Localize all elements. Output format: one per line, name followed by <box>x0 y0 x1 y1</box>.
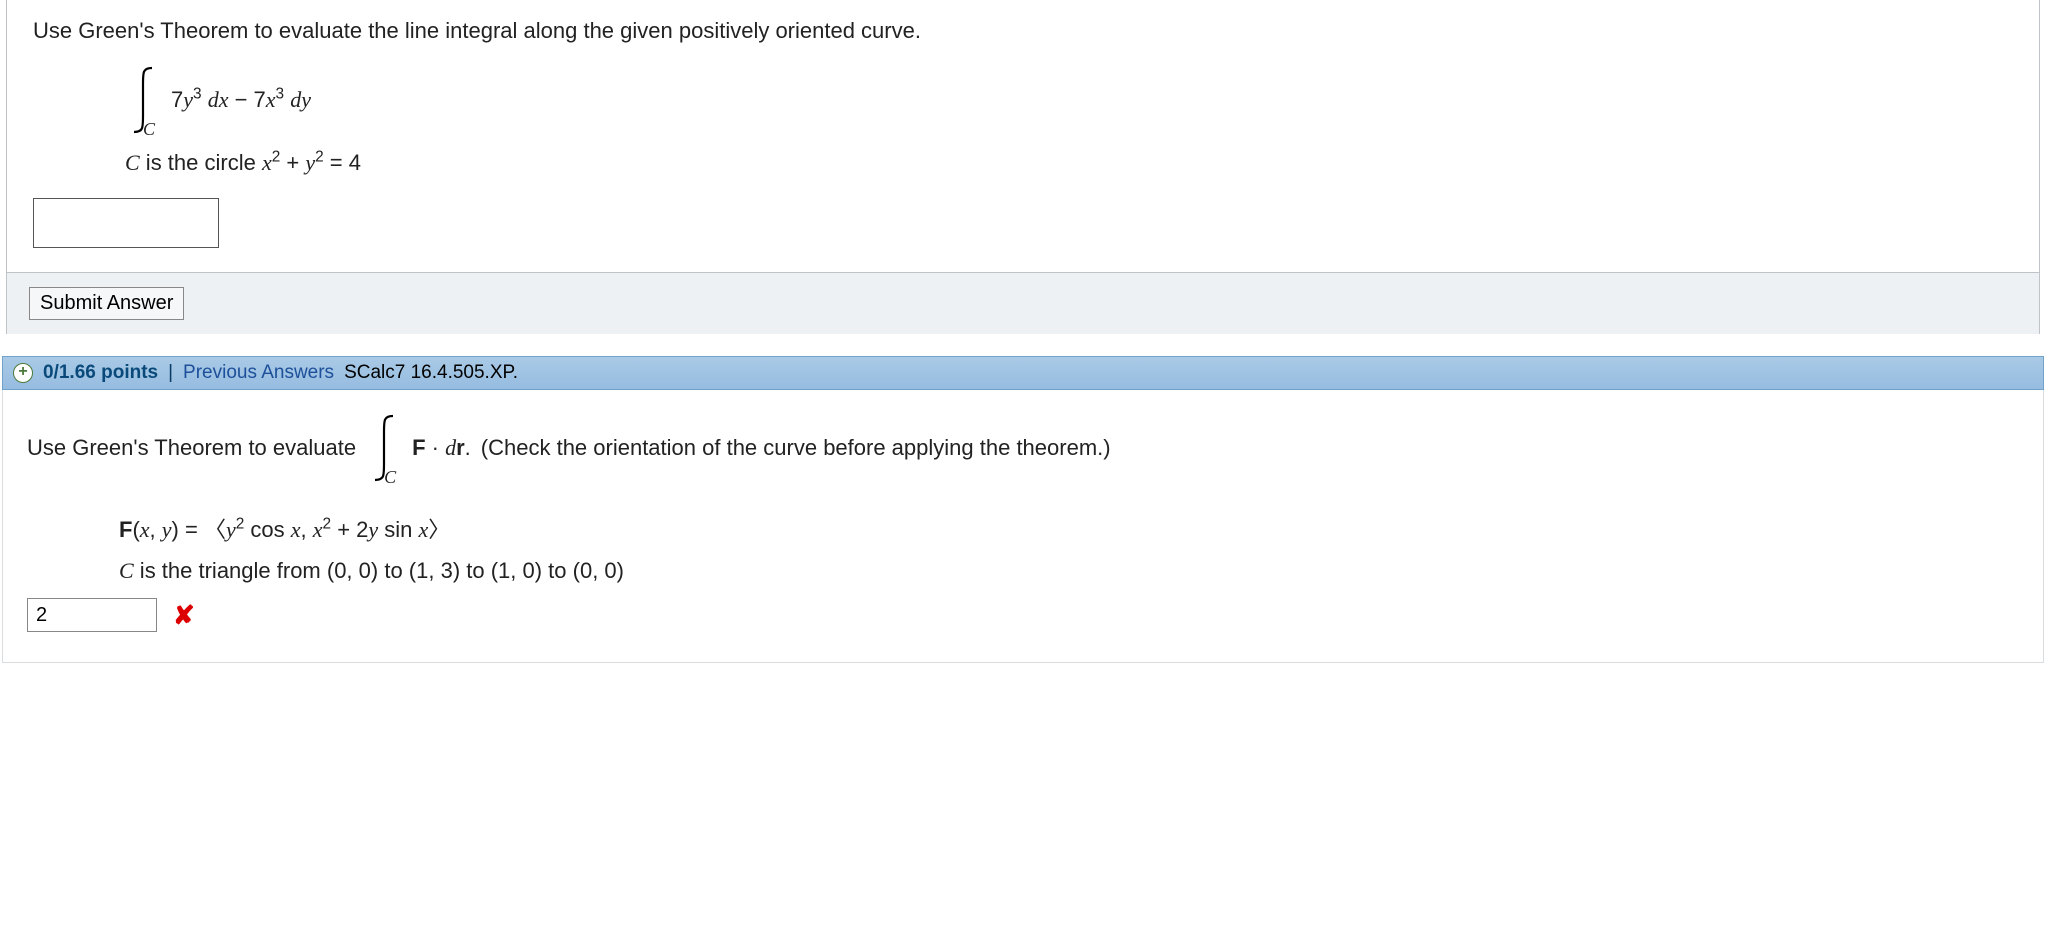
q1-integrand: 7y3 dx − 7x3 dy <box>171 87 311 113</box>
score-bar: + 0/1.66 points | Previous Answers SCalc… <box>2 356 2044 390</box>
q1-prompt: Use Green's Theorem to evaluate the line… <box>33 18 2017 44</box>
integral-icon: C <box>125 64 161 136</box>
q2-answer-input[interactable] <box>27 598 157 632</box>
q2-prompt-before: Use Green's Theorem to evaluate <box>27 435 356 461</box>
q2-F-def: F(x, y) = 〈y2 cos x, x2 + 2y sin x〉 <box>119 512 2019 544</box>
q1-curve: C is the circle x2 + y2 = 4 <box>125 150 2017 176</box>
q2-integrand: F · dr. <box>412 435 471 461</box>
submit-bar: Submit Answer <box>6 273 2040 334</box>
integral-sub: C <box>143 119 155 140</box>
previous-answers-link[interactable]: Previous Answers <box>183 362 334 384</box>
q1-integral: C 7y3 dx − 7x3 dy <box>125 64 2017 136</box>
expand-icon[interactable]: + <box>13 363 33 383</box>
q2-prompt-row: Use Green's Theorem to evaluate C F · dr… <box>27 412 2019 484</box>
question-reference: SCalc7 16.4.505.XP. <box>344 362 518 384</box>
integral-sub: C <box>384 467 396 488</box>
submit-answer-button[interactable]: Submit Answer <box>29 287 184 320</box>
incorrect-icon: ✘ <box>173 600 195 631</box>
q2-curve: C is the triangle from (0, 0) to (1, 3) … <box>119 558 2019 584</box>
q2-prompt-after: (Check the orientation of the curve befo… <box>481 435 1111 461</box>
score-divider: | <box>168 362 173 384</box>
q1-answer-input[interactable] <box>33 198 219 248</box>
integral-icon: C <box>366 412 402 484</box>
score-points: 0/1.66 points <box>43 362 158 384</box>
